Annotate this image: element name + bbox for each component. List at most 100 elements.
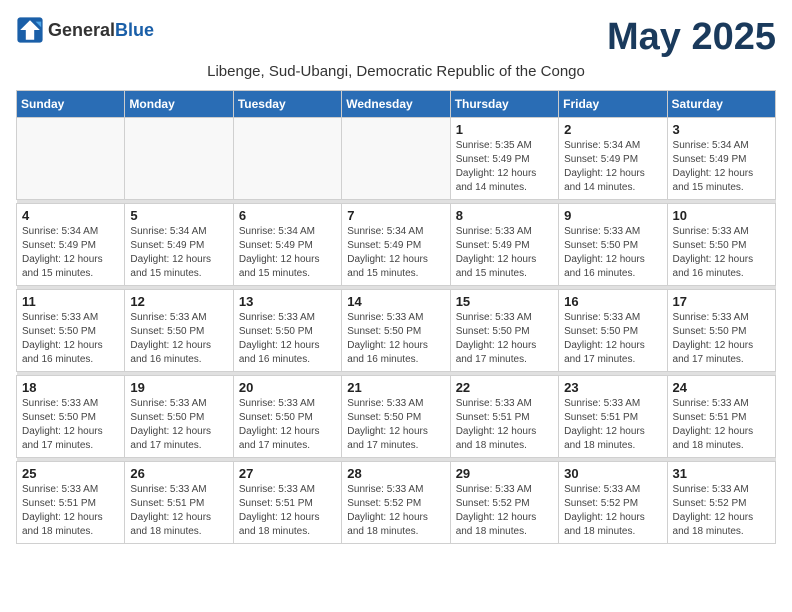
day-number: 26	[130, 466, 227, 481]
day-number: 6	[239, 208, 336, 223]
calendar-cell: 7 Sunrise: 5:34 AM Sunset: 5:49 PM Daylig…	[342, 204, 450, 286]
day-info: Sunrise: 5:33 AM Sunset: 5:50 PM Dayligh…	[564, 225, 661, 281]
calendar-cell: 16 Sunrise: 5:33 AM Sunset: 5:50 PM Dayli…	[559, 290, 667, 372]
calendar-cell: 21Sunrise: 5:33 AM Sunset: 5:50 PM Dayli…	[342, 376, 450, 458]
day-info: Sunrise: 5:33 AM Sunset: 5:50 PM Dayligh…	[347, 397, 444, 453]
day-number: 17	[673, 294, 770, 309]
calendar-cell: 6 Sunrise: 5:34 AM Sunset: 5:49 PM Daylig…	[233, 204, 341, 286]
day-number: 23	[564, 380, 661, 395]
weekday-header-friday: Friday	[559, 91, 667, 118]
month-title: May 2025	[607, 16, 776, 59]
calendar-cell	[17, 118, 125, 200]
day-info: Sunrise: 5:34 AM Sunset: 5:49 PM Dayligh…	[239, 225, 336, 281]
day-info: Sunrise: 5:34 AM Sunset: 5:49 PM Dayligh…	[347, 225, 444, 281]
day-info: Sunrise: 5:34 AM Sunset: 5:49 PM Dayligh…	[673, 139, 770, 195]
day-info: Sunrise: 5:33 AM Sunset: 5:52 PM Dayligh…	[347, 483, 444, 539]
day-info: Sunrise: 5:33 AM Sunset: 5:51 PM Dayligh…	[456, 397, 553, 453]
day-number: 28	[347, 466, 444, 481]
day-number: 7	[347, 208, 444, 223]
day-number: 4	[22, 208, 119, 223]
day-info: Sunrise: 5:33 AM Sunset: 5:50 PM Dayligh…	[130, 311, 227, 367]
calendar-cell: 2 Sunrise: 5:34 AM Sunset: 5:49 PM Daylig…	[559, 118, 667, 200]
calendar-cell: 10 Sunrise: 5:33 AM Sunset: 5:50 PM Dayli…	[667, 204, 775, 286]
day-info: Sunrise: 5:33 AM Sunset: 5:51 PM Dayligh…	[673, 397, 770, 453]
day-number: 9	[564, 208, 661, 223]
day-info: Sunrise: 5:33 AM Sunset: 5:50 PM Dayligh…	[22, 397, 119, 453]
calendar-cell: 11 Sunrise: 5:33 AM Sunset: 5:50 PM Dayli…	[17, 290, 125, 372]
day-info: Sunrise: 5:33 AM Sunset: 5:49 PM Dayligh…	[456, 225, 553, 281]
day-info: Sunrise: 5:33 AM Sunset: 5:52 PM Dayligh…	[456, 483, 553, 539]
calendar-cell: 22 Sunrise: 5:33 AM Sunset: 5:51 PM Dayli…	[450, 376, 558, 458]
calendar-cell: 4 Sunrise: 5:34 AM Sunset: 5:49 PM Daylig…	[17, 204, 125, 286]
calendar-cell: 9 Sunrise: 5:33 AM Sunset: 5:50 PM Daylig…	[559, 204, 667, 286]
calendar-table: SundayMondayTuesdayWednesdayThursdayFrid…	[16, 90, 776, 544]
day-number: 14	[347, 294, 444, 309]
day-info: Sunrise: 5:33 AM Sunset: 5:51 PM Dayligh…	[564, 397, 661, 453]
logo-general-text: General	[48, 20, 115, 40]
day-number: 16	[564, 294, 661, 309]
day-number: 10	[673, 208, 770, 223]
weekday-header-sunday: Sunday	[17, 91, 125, 118]
weekday-header-thursday: Thursday	[450, 91, 558, 118]
calendar-cell: 23 Sunrise: 5:33 AM Sunset: 5:51 PM Dayli…	[559, 376, 667, 458]
day-number: 24	[673, 380, 770, 395]
calendar-cell	[342, 118, 450, 200]
day-info: Sunrise: 5:34 AM Sunset: 5:49 PM Dayligh…	[22, 225, 119, 281]
day-number: 5	[130, 208, 227, 223]
calendar-cell: 20 Sunrise: 5:33 AM Sunset: 5:50 PM Dayli…	[233, 376, 341, 458]
calendar-cell: 18 Sunrise: 5:33 AM Sunset: 5:50 PM Dayli…	[17, 376, 125, 458]
day-info: Sunrise: 5:34 AM Sunset: 5:49 PM Dayligh…	[564, 139, 661, 195]
day-info: Sunrise: 5:33 AM Sunset: 5:50 PM Dayligh…	[456, 311, 553, 367]
day-number: 18	[22, 380, 119, 395]
day-info: Sunrise: 5:33 AM Sunset: 5:50 PM Dayligh…	[22, 311, 119, 367]
day-number: 29	[456, 466, 553, 481]
calendar-cell: 31Sunrise: 5:33 AM Sunset: 5:52 PM Dayli…	[667, 462, 775, 544]
calendar-cell: 24 Sunrise: 5:33 AM Sunset: 5:51 PM Dayli…	[667, 376, 775, 458]
day-info: Sunrise: 5:35 AM Sunset: 5:49 PM Dayligh…	[456, 139, 553, 195]
day-number: 3	[673, 122, 770, 137]
day-number: 20	[239, 380, 336, 395]
day-number: 22	[456, 380, 553, 395]
calendar-cell: 26 Sunrise: 5:33 AM Sunset: 5:51 PM Dayli…	[125, 462, 233, 544]
calendar-cell: 17 Sunrise: 5:33 AM Sunset: 5:50 PM Dayli…	[667, 290, 775, 372]
day-number: 11	[22, 294, 119, 309]
calendar-cell: 1 Sunrise: 5:35 AM Sunset: 5:49 PM Daylig…	[450, 118, 558, 200]
calendar-cell: 5 Sunrise: 5:34 AM Sunset: 5:49 PM Daylig…	[125, 204, 233, 286]
day-info: Sunrise: 5:33 AM Sunset: 5:51 PM Dayligh…	[130, 483, 227, 539]
weekday-header-tuesday: Tuesday	[233, 91, 341, 118]
day-number: 30	[564, 466, 661, 481]
calendar-cell: 14Sunrise: 5:33 AM Sunset: 5:50 PM Dayli…	[342, 290, 450, 372]
calendar-cell	[233, 118, 341, 200]
logo-blue-text: Blue	[115, 20, 154, 40]
day-number: 1	[456, 122, 553, 137]
day-info: Sunrise: 5:33 AM Sunset: 5:50 PM Dayligh…	[673, 225, 770, 281]
day-info: Sunrise: 5:33 AM Sunset: 5:51 PM Dayligh…	[22, 483, 119, 539]
day-number: 25	[22, 466, 119, 481]
weekday-header-saturday: Saturday	[667, 91, 775, 118]
calendar-cell	[125, 118, 233, 200]
day-number: 13	[239, 294, 336, 309]
day-number: 2	[564, 122, 661, 137]
day-info: Sunrise: 5:33 AM Sunset: 5:52 PM Dayligh…	[673, 483, 770, 539]
day-info: Sunrise: 5:33 AM Sunset: 5:50 PM Dayligh…	[239, 397, 336, 453]
day-info: Sunrise: 5:33 AM Sunset: 5:50 PM Dayligh…	[673, 311, 770, 367]
day-info: Sunrise: 5:33 AM Sunset: 5:52 PM Dayligh…	[564, 483, 661, 539]
calendar-cell: 8Sunrise: 5:33 AM Sunset: 5:49 PM Daylig…	[450, 204, 558, 286]
day-info: Sunrise: 5:34 AM Sunset: 5:49 PM Dayligh…	[130, 225, 227, 281]
day-number: 19	[130, 380, 227, 395]
calendar-cell: 13Sunrise: 5:33 AM Sunset: 5:50 PM Dayli…	[233, 290, 341, 372]
calendar-cell: 15Sunrise: 5:33 AM Sunset: 5:50 PM Dayli…	[450, 290, 558, 372]
calendar-cell: 27 Sunrise: 5:33 AM Sunset: 5:51 PM Dayli…	[233, 462, 341, 544]
calendar-cell: 3 Sunrise: 5:34 AM Sunset: 5:49 PM Daylig…	[667, 118, 775, 200]
weekday-header-monday: Monday	[125, 91, 233, 118]
logo: GeneralBlue	[16, 16, 154, 44]
day-number: 27	[239, 466, 336, 481]
day-info: Sunrise: 5:33 AM Sunset: 5:51 PM Dayligh…	[239, 483, 336, 539]
calendar-cell: 28 Sunrise: 5:33 AM Sunset: 5:52 PM Dayli…	[342, 462, 450, 544]
location-title: Libenge, Sud-Ubangi, Democratic Republic…	[16, 63, 776, 80]
calendar-cell: 29 Sunrise: 5:33 AM Sunset: 5:52 PM Dayli…	[450, 462, 558, 544]
day-info: Sunrise: 5:33 AM Sunset: 5:50 PM Dayligh…	[130, 397, 227, 453]
day-info: Sunrise: 5:33 AM Sunset: 5:50 PM Dayligh…	[564, 311, 661, 367]
calendar-cell: 25 Sunrise: 5:33 AM Sunset: 5:51 PM Dayli…	[17, 462, 125, 544]
calendar-cell: 12Sunrise: 5:33 AM Sunset: 5:50 PM Dayli…	[125, 290, 233, 372]
